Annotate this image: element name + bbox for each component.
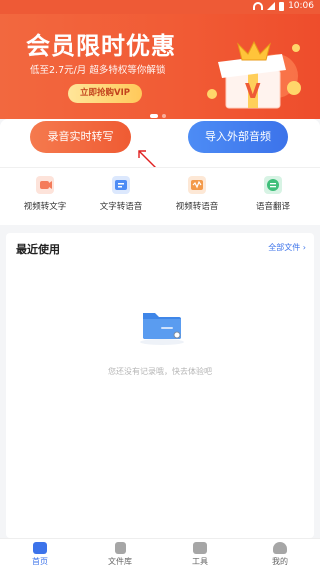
file-library-icon (114, 542, 126, 554)
tool-text-to-speech[interactable]: 文字转语音 (86, 176, 156, 212)
tool-video-to-text[interactable]: 视频转文字 (10, 176, 80, 212)
buy-vip-button[interactable]: 立即抢购VIP (68, 84, 142, 103)
tab-tools[interactable]: 工具 (170, 542, 230, 567)
voice-translate-icon (264, 176, 282, 194)
toolbox-icon (193, 542, 207, 554)
tab-file-library[interactable]: 文件库 (90, 542, 150, 567)
battery-icon (279, 1, 285, 11)
banner-subtitle: 低至2.7元/月 超多特权等你解锁 (30, 65, 166, 76)
tool-video-to-audio[interactable]: 视频转语音 (162, 176, 232, 212)
tab-label: 首页 (32, 557, 48, 566)
tab-label: 我的 (272, 557, 288, 566)
tool-label: 语音翻译 (255, 202, 290, 212)
carousel-dot (150, 114, 158, 118)
status-bar: 10:06 (0, 0, 320, 14)
carousel-dot (162, 114, 166, 118)
empty-state-text: 您还没有记录哦，快去体验吧 (108, 367, 212, 376)
status-time: 10:06 (288, 1, 314, 11)
home-icon (33, 542, 47, 554)
signal-icon (267, 2, 276, 10)
video-to-audio-icon (188, 176, 206, 194)
empty-folder-icon (140, 313, 184, 345)
all-files-link[interactable]: 全部文件 › (268, 242, 306, 253)
banner-title: 会员限时优惠 (26, 32, 176, 60)
tab-profile[interactable]: 我的 (250, 542, 310, 567)
recent-section: 最近使用 全部文件 › 您还没有记录哦，快去体验吧 (6, 233, 314, 538)
tab-home[interactable]: 首页 (10, 542, 70, 567)
tool-label: 视频转语音 (175, 202, 219, 212)
wifi-icon (253, 2, 264, 10)
tool-label: 视频转文字 (23, 202, 67, 212)
vip-promo-banner[interactable]: 会员限时优惠 低至2.7元/月 超多特权等你解锁 立即抢购VIP V (0, 14, 320, 119)
realtime-transcribe-button[interactable]: 录音实时转写 (30, 121, 131, 153)
tab-label: 工具 (192, 557, 208, 566)
tab-label: 文件库 (108, 557, 132, 566)
text-to-speech-icon (112, 176, 130, 194)
svg-text:V: V (245, 79, 261, 103)
recent-title: 最近使用 (16, 243, 60, 256)
tool-label: 文字转语音 (99, 202, 143, 212)
tool-shortcuts: 视频转文字 文字转语音 视频转语音 语音翻译 (0, 167, 320, 225)
video-to-text-icon (36, 176, 54, 194)
tool-voice-translate[interactable]: 语音翻译 (238, 176, 308, 212)
gift-box-icon: V (207, 40, 301, 109)
import-audio-button[interactable]: 导入外部音频 (188, 121, 288, 153)
profile-icon (273, 542, 287, 554)
carousel-dots (150, 114, 166, 118)
bottom-tab-bar: 首页 文件库 工具 我的 (0, 538, 320, 568)
